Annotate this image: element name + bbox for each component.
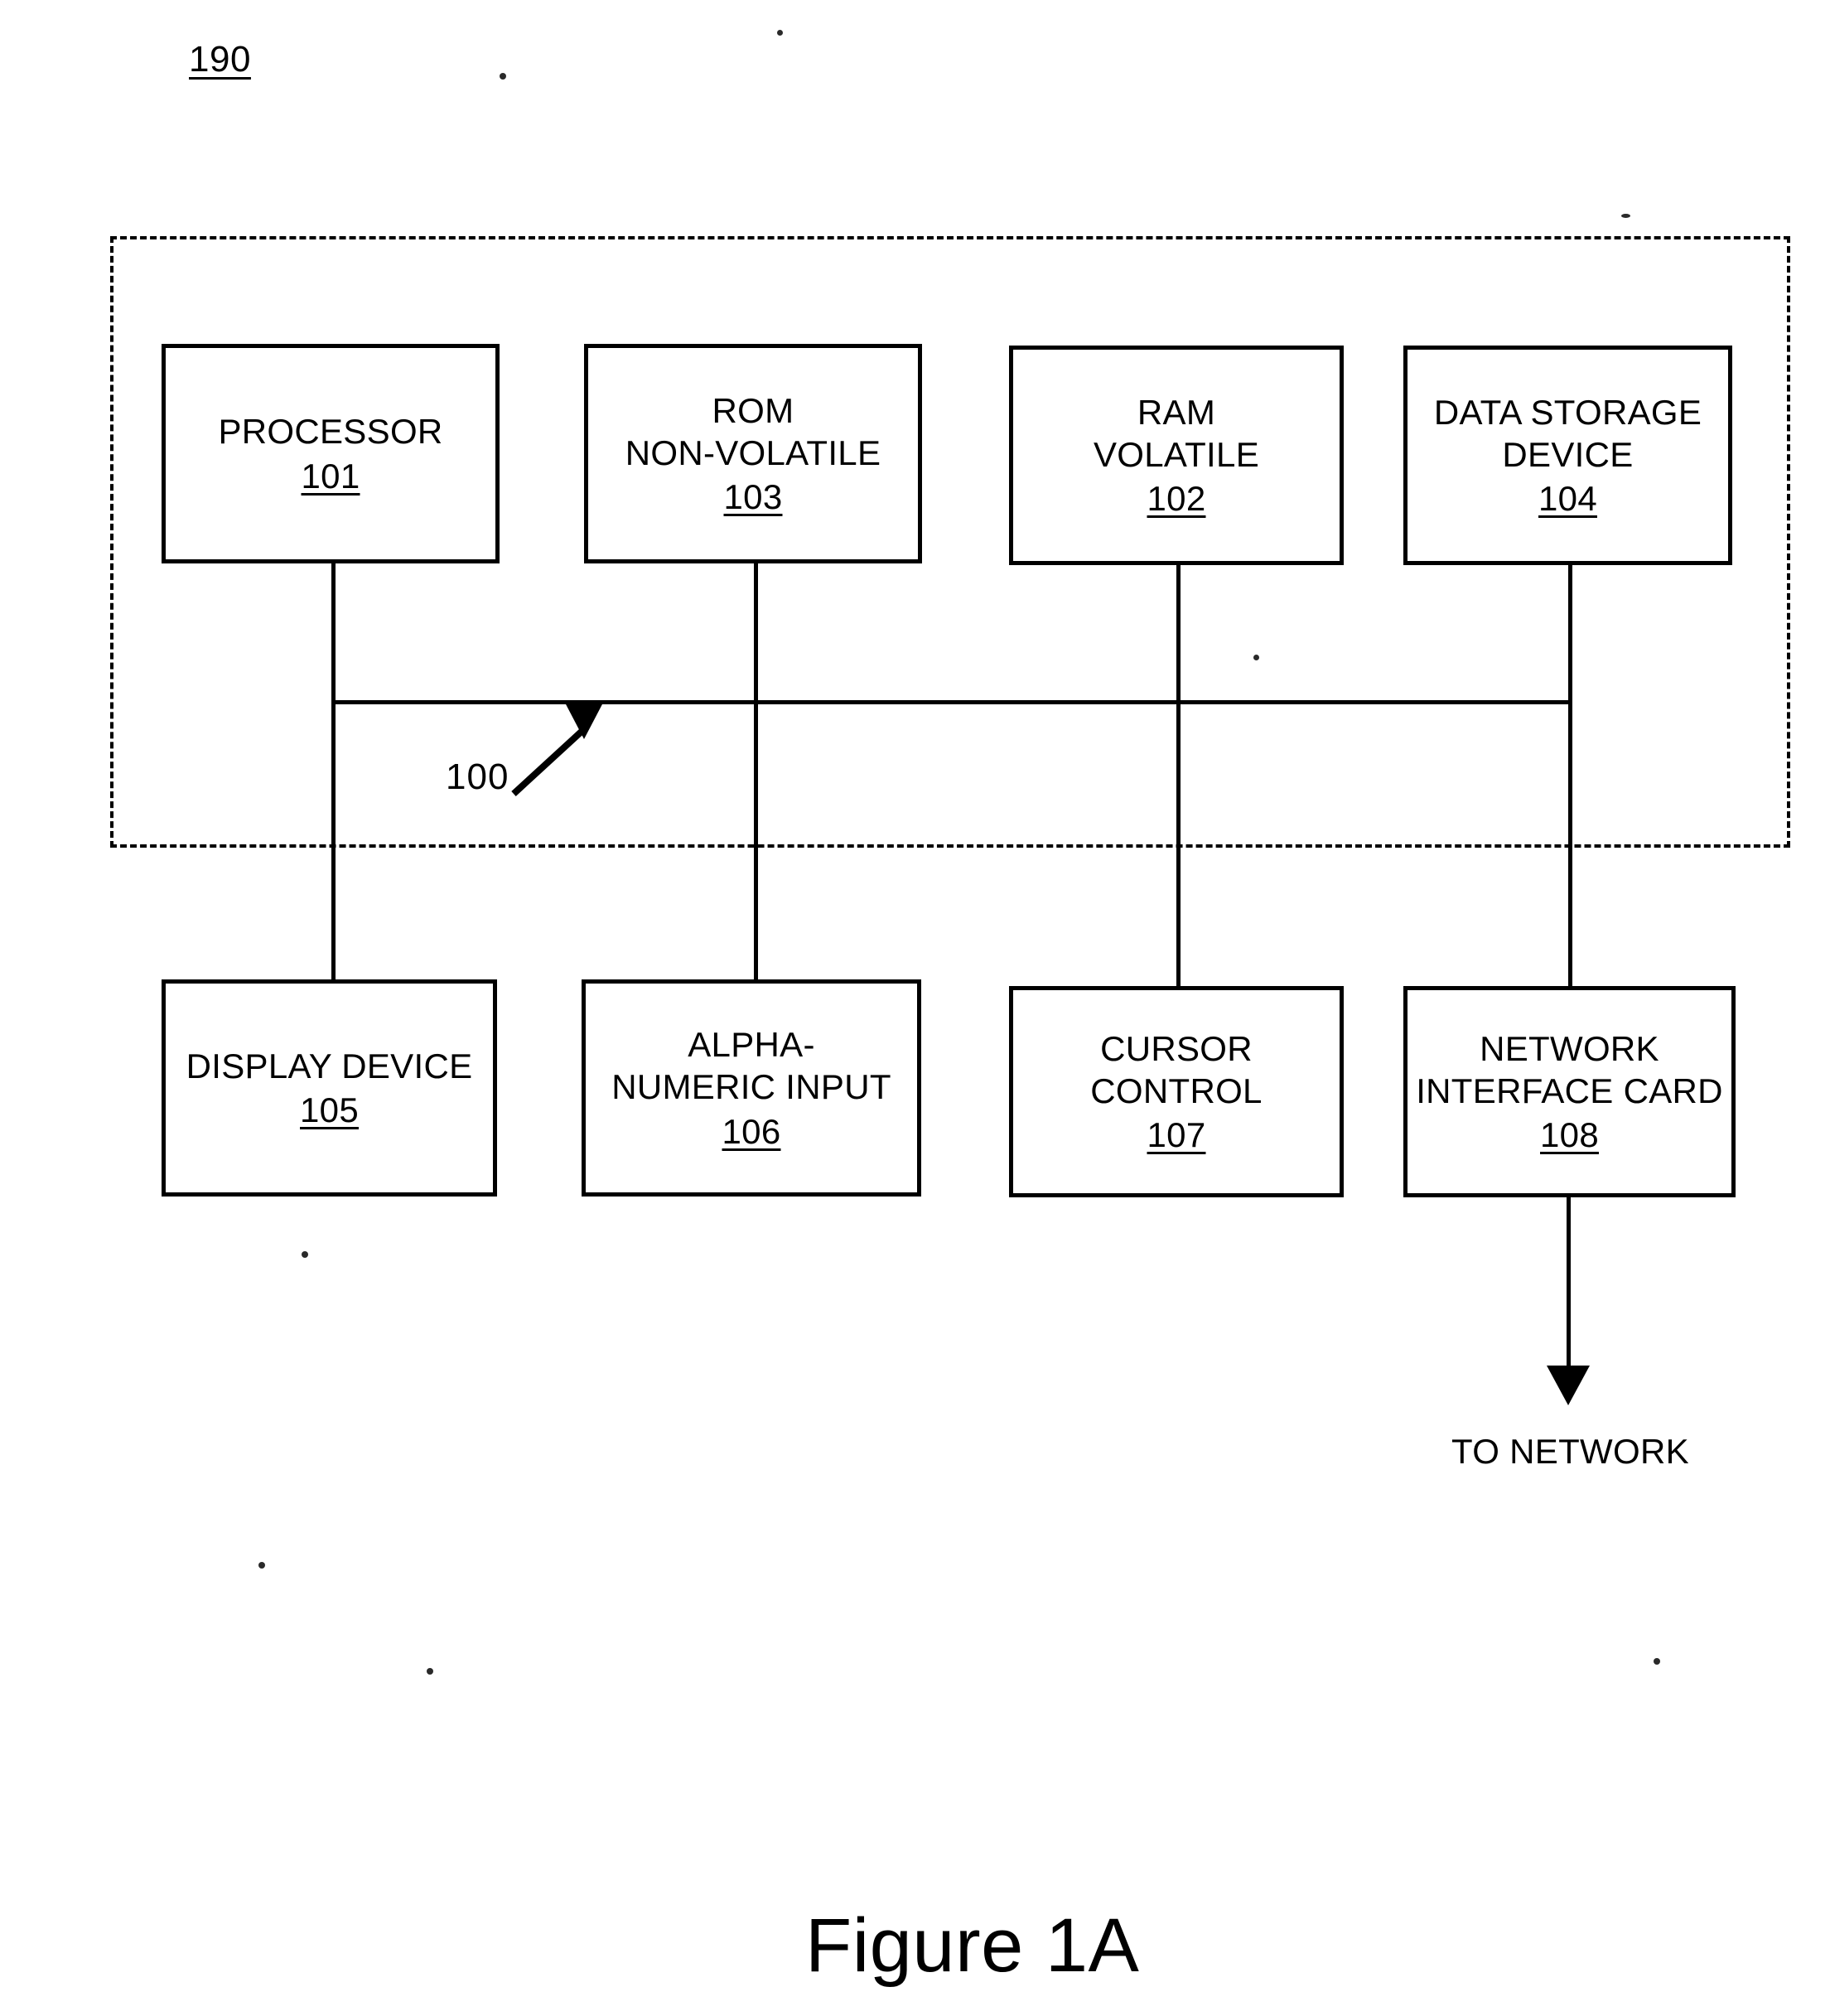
bus-reference-numeral: 100 — [446, 757, 509, 797]
block-data-storage-device: DATA STORAGE DEVICE 104 — [1403, 346, 1732, 565]
connector-processor-to-display — [331, 562, 336, 981]
block-processor-label: PROCESSOR — [218, 412, 443, 452]
block-rom-number: 103 — [723, 477, 783, 517]
block-cursor-control-number: 107 — [1147, 1115, 1206, 1155]
block-processor-number: 101 — [301, 456, 360, 496]
connector-storage-to-nic — [1568, 563, 1572, 988]
block-rom: ROM NON-VOLATILE 103 — [584, 344, 922, 563]
block-data-storage-device-number: 104 — [1538, 479, 1597, 519]
block-rom-label: ROM NON-VOLATILE — [625, 390, 881, 472]
block-network-interface-card-label: NETWORK INTERFACE CARD — [1416, 1028, 1723, 1110]
scan-speckle — [1654, 1658, 1660, 1665]
block-data-storage-device-label: DATA STORAGE DEVICE — [1433, 392, 1702, 474]
block-display-device: DISPLAY DEVICE 105 — [162, 979, 497, 1197]
block-alphanumeric-input-label: ALPHA- NUMERIC INPUT — [611, 1025, 891, 1107]
block-cursor-control: CURSOR CONTROL 107 — [1009, 986, 1344, 1197]
block-network-interface-card: NETWORK INTERFACE CARD 108 — [1403, 986, 1736, 1197]
to-network-label: TO NETWORK — [1451, 1432, 1689, 1471]
block-alphanumeric-input-number: 106 — [722, 1111, 781, 1151]
block-display-device-label: DISPLAY DEVICE — [186, 1046, 473, 1085]
scan-speckle — [1253, 655, 1259, 660]
figure-page: 190 100 PROCESSOR 101 ROM NON-VOLATILE 1… — [0, 0, 1830, 2016]
connector-ram-to-cursor-control — [1176, 563, 1181, 988]
connector-nic-to-network — [1567, 1196, 1571, 1370]
figure-caption: Figure 1A — [805, 1903, 1140, 1988]
block-ram-label: RAM VOLATILE — [1093, 392, 1260, 474]
scan-speckle — [777, 30, 783, 36]
bus-callout-leader — [511, 703, 603, 796]
scan-speckle — [1621, 214, 1630, 218]
scan-speckle — [500, 73, 506, 80]
block-display-device-number: 105 — [300, 1090, 359, 1129]
system-reference-numeral: 190 — [189, 39, 251, 80]
scan-speckle — [302, 1251, 308, 1258]
block-network-interface-card-number: 108 — [1540, 1115, 1599, 1155]
block-cursor-control-label: CURSOR CONTROL — [1090, 1028, 1263, 1110]
block-processor: PROCESSOR 101 — [162, 344, 500, 563]
scan-speckle — [427, 1668, 433, 1675]
connector-rom-to-keyboard — [754, 562, 758, 981]
to-network-arrowhead — [1547, 1366, 1590, 1405]
block-alphanumeric-input: ALPHA- NUMERIC INPUT 106 — [582, 979, 921, 1197]
block-ram-number: 102 — [1147, 479, 1206, 519]
block-ram: RAM VOLATILE 102 — [1009, 346, 1344, 565]
scan-speckle — [258, 1562, 265, 1569]
